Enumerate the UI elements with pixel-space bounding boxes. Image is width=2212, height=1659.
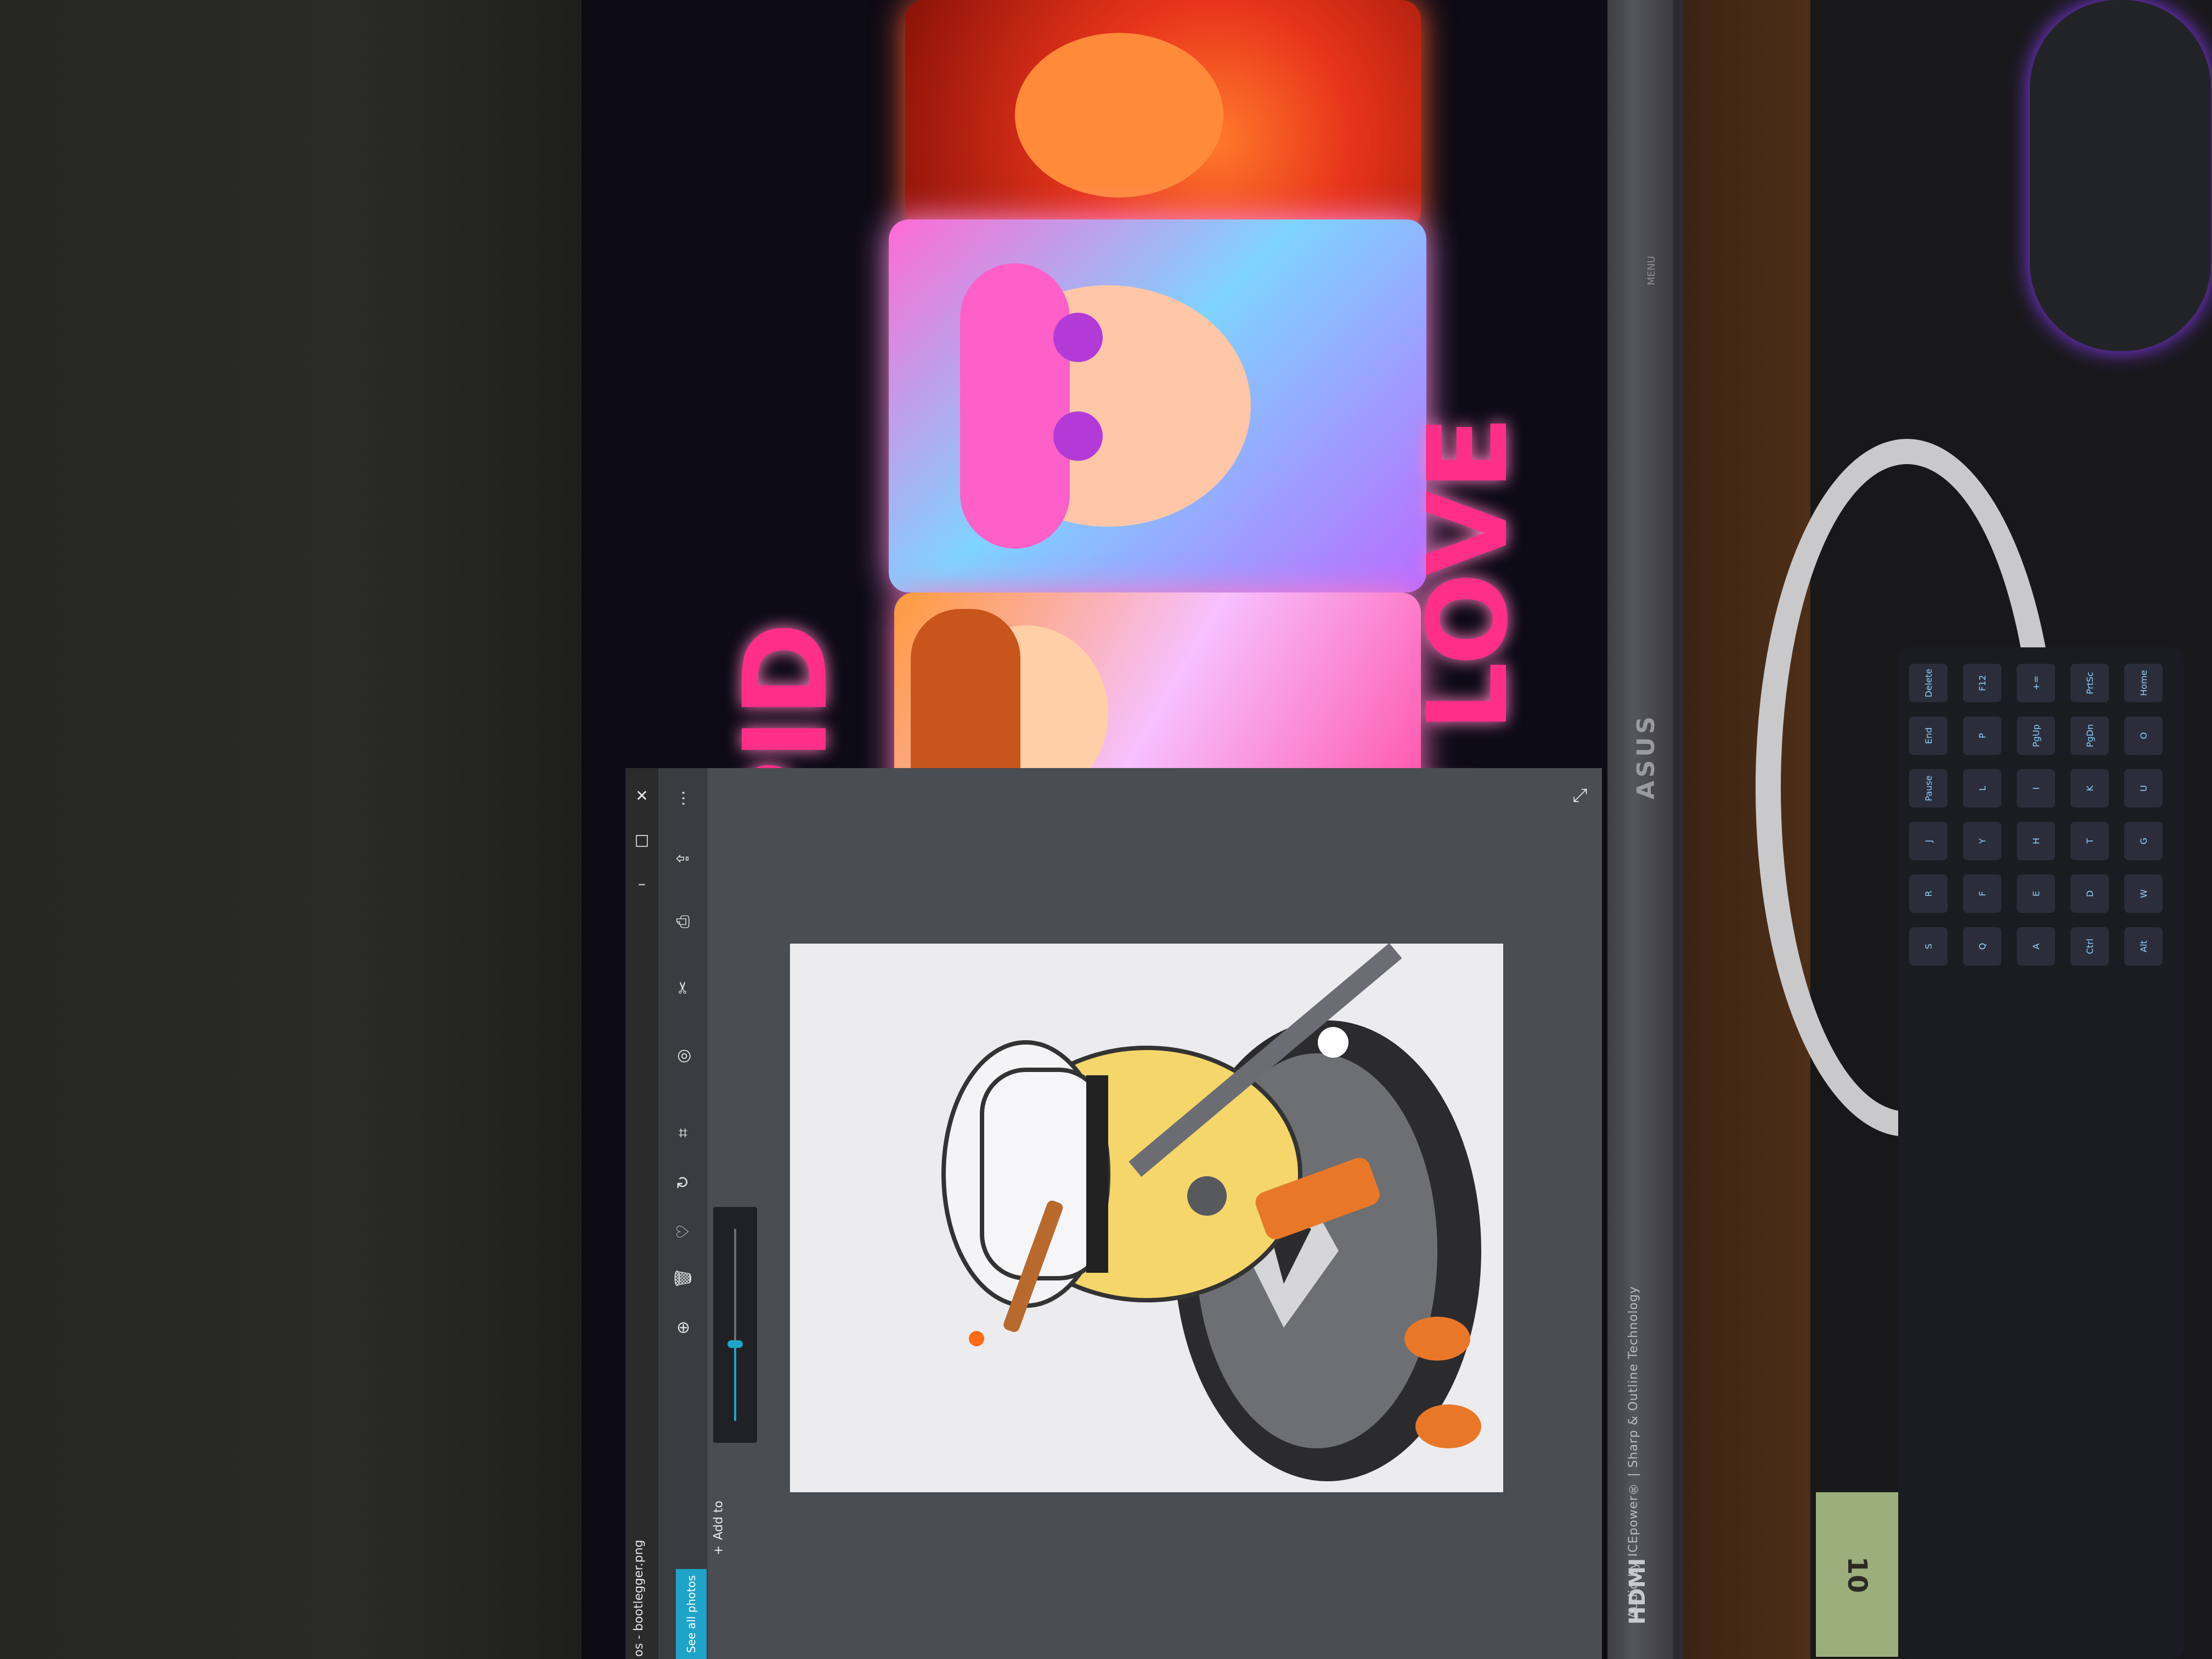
keyboard-key: D [2070,874,2109,913]
add-to-button[interactable]: + Add to [702,1492,735,1564]
keyboard-key: Home [2124,664,2163,702]
artwork-character-eye [1053,313,1103,362]
title-bar: ✕ □ – os - bootlegger.png [625,768,658,1659]
keyboard-key: += [2017,664,2055,702]
artwork-character-eye [1053,411,1103,461]
keyboard-key: L [1963,769,2001,808]
keyboard-key: End [1909,716,1948,755]
keyboard-key: PgDn [2070,716,2109,755]
tommy-gun-drum [1187,1176,1227,1216]
keyboard-key: Delete [1909,664,1948,702]
keyboard-key: T [2070,822,2109,860]
photo-toolbar: ⋯ ⇪ ⎙ ✂ ◎ ⌗ ↻ ♡ 🗑 ⊕ + Add to [658,768,726,1659]
enhance-icon[interactable]: ◎ [669,1042,697,1070]
monitor-menu-labels: MENU [1646,256,1657,285]
zoom-icon[interactable]: ⊕ [669,1314,697,1341]
photo-canvas[interactable] [790,944,1503,1492]
artwork-character-hair [960,263,1070,549]
keyboard-key: S [1909,927,1948,966]
plus-icon: + [712,1545,726,1556]
share-icon[interactable]: ⇪ [669,845,697,872]
keyboard-key: F [1963,874,2001,913]
window-title: os - bootlegger.png [632,1539,646,1657]
crop-icon[interactable]: ⌗ [669,1119,697,1147]
character-foot [1404,1317,1470,1361]
maximize-button[interactable]: □ [631,828,653,850]
photos-app-window: ✕ □ – os - bootlegger.png ⋯ ⇪ ⎙ ✂ ◎ ⌗ ↻ … [625,768,1602,1659]
print-icon[interactable]: ⎙ [669,908,697,935]
keyboard-key: H [2017,822,2055,860]
keyboard-key: PgUp [2017,716,2055,755]
keyboard-key: I [2017,769,2055,808]
keyboard-key: F12 [1963,664,2001,702]
rotate-icon[interactable]: ↻ [669,1169,697,1196]
bootlegger-illustration [941,944,1481,1481]
cigar-tip [969,1331,984,1346]
wall-background [0,0,592,1659]
keyboard-key: K [2070,769,2109,808]
game-artwork-cupid[interactable] [889,219,1426,592]
zoom-slider-fill [734,1344,736,1421]
minimize-button[interactable]: – [631,872,653,894]
close-button[interactable]: ✕ [631,785,653,806]
keyboard-key: J [1909,822,1948,860]
fedora-hat-band [1086,1075,1108,1273]
keyboard-key: Q [1963,927,2001,966]
zoom-slider-panel [713,1207,757,1443]
keyboard-key: O [2124,716,2163,755]
cash-bill: 10 [1816,1492,1898,1657]
artwork-character-face [1015,33,1223,198]
character-foot [1415,1404,1481,1448]
monitor-brand-logo: ASUS [1632,713,1660,800]
keyboard: Delete F12 += PrtSc Home End P PgUp PgDn O Pause L I… [1898,647,2183,1659]
keyboard-key: W [2124,874,2163,913]
keyboard-key: Ctrl [2070,927,2109,966]
keyboard-key: U [2124,769,2163,808]
keyboard-key: R [1909,874,1948,913]
keyboard-key: P [1963,716,2001,755]
keyboard-key: Alt [2124,927,2163,966]
add-to-label: Add to [712,1500,726,1540]
hdmi-label: HDMI [1625,1558,1650,1625]
keyboard-key: PrtSc [2070,664,2109,702]
delete-icon[interactable]: 🗑 [669,1265,697,1292]
game-artwork-devil[interactable] [905,0,1421,230]
pocket-square [1318,1027,1348,1058]
edit-icon[interactable]: ✂ [669,974,697,1001]
keyboard-key: G [2124,822,2163,860]
see-all-photos-button[interactable]: See all photos [676,1569,707,1659]
keyboard-key: Y [1963,822,2001,860]
keyboard-key: Pause [1909,769,1948,808]
keyboard-key: A [2017,927,2055,966]
expand-icon[interactable]: ⤢ [1569,785,1591,806]
gaming-mouse [2030,0,2211,351]
keyboard-key: E [2017,874,2055,913]
favorite-icon[interactable]: ♡ [669,1218,697,1245]
zoom-slider-thumb[interactable] [727,1340,743,1348]
more-options-icon[interactable]: ⋯ [669,785,697,812]
